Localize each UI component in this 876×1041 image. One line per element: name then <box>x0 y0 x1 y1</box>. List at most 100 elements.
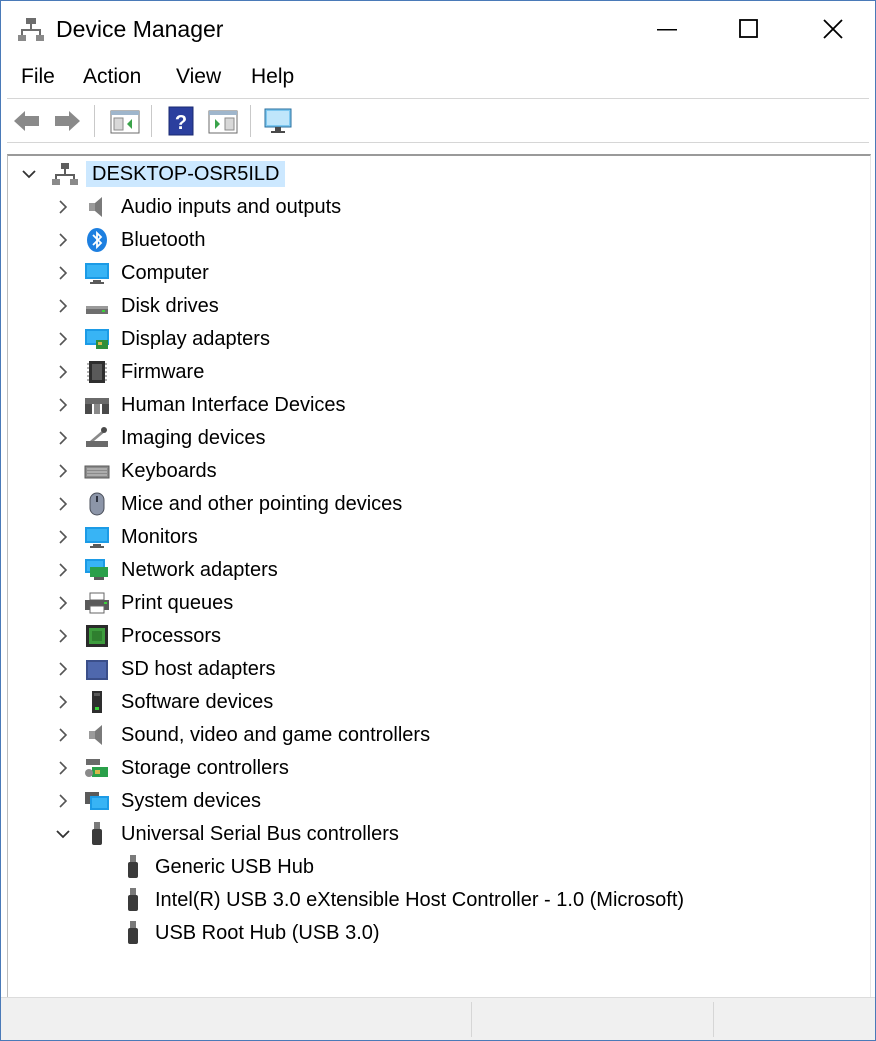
minimize-button[interactable] <box>625 1 709 57</box>
tree-item-network-adapters[interactable]: Network adapters <box>8 554 868 586</box>
menu-action[interactable]: Action <box>83 64 141 90</box>
chevron-right-icon[interactable] <box>54 758 72 778</box>
tree-item-label[interactable]: SD host adapters <box>121 657 276 681</box>
tree-item-display-adapters[interactable]: Display adapters <box>8 323 868 355</box>
chevron-right-icon[interactable] <box>54 362 72 382</box>
tree-item-label[interactable]: Keyboards <box>121 459 217 483</box>
tree-item-processors[interactable]: Processors <box>8 620 868 652</box>
tree-item-computer[interactable]: Computer <box>8 257 868 289</box>
tree-item-print-queues[interactable]: Print queues <box>8 587 868 619</box>
network-adapter-icon <box>85 559 108 580</box>
tree-item-mice-and-other-pointing-devices[interactable]: Mice and other pointing devices <box>8 488 868 520</box>
chevron-down-icon[interactable] <box>20 164 38 184</box>
chevron-right-icon[interactable] <box>54 296 72 316</box>
menu-view[interactable]: View <box>176 64 221 90</box>
chevron-right-icon[interactable] <box>54 428 72 448</box>
chevron-right-icon[interactable] <box>54 560 72 580</box>
tree-item-human-interface-devices[interactable]: Human Interface Devices <box>8 389 868 421</box>
usb-plug-icon <box>92 822 102 845</box>
maximize-icon <box>739 19 758 38</box>
storage-controller-icon <box>85 759 108 777</box>
computer-network-icon <box>52 163 78 185</box>
tree-item-storage-controllers[interactable]: Storage controllers <box>8 752 868 784</box>
chevron-right-icon[interactable] <box>54 494 72 514</box>
device-tree[interactable]: DESKTOP-OSR5ILD Audio inputs and outputs… <box>7 154 871 998</box>
title-bar[interactable]: Device Manager <box>1 1 875 57</box>
tree-item-label[interactable]: Sound, video and game controllers <box>121 723 430 747</box>
tree-item-label[interactable]: Monitors <box>121 525 198 549</box>
tree-item-disk-drives[interactable]: Disk drives <box>8 290 868 322</box>
help-button[interactable]: ? <box>165 105 197 137</box>
tree-item-label[interactable]: Human Interface Devices <box>121 393 346 417</box>
tree-item-label[interactable]: Computer <box>121 261 209 285</box>
tree-item-label[interactable]: Software devices <box>121 690 273 714</box>
chevron-right-icon[interactable] <box>54 329 72 349</box>
chevron-right-icon[interactable] <box>54 791 72 811</box>
chevron-down-icon[interactable] <box>54 824 72 844</box>
tree-item-label[interactable]: USB Root Hub (USB 3.0) <box>155 921 380 945</box>
tree-item-label[interactable]: Audio inputs and outputs <box>121 195 341 219</box>
tree-item-universal-serial-bus-controllers[interactable]: Universal Serial Bus controllers <box>8 818 868 850</box>
scan-hardware-changes-button[interactable] <box>263 105 295 137</box>
show-hide-action-pane-button[interactable] <box>207 105 239 137</box>
tree-item-system-devices[interactable]: System devices <box>8 785 868 817</box>
back-button[interactable] <box>11 105 43 137</box>
tree-item-label[interactable]: Print queues <box>121 591 233 615</box>
chevron-right-icon[interactable] <box>54 263 72 283</box>
tree-item-label[interactable]: Mice and other pointing devices <box>121 492 402 516</box>
status-bar-cell <box>471 1002 712 1037</box>
tree-item-label[interactable]: Firmware <box>121 360 204 384</box>
show-hide-console-tree-button[interactable] <box>109 105 141 137</box>
chevron-right-icon[interactable] <box>54 197 72 217</box>
tree-item-sd-host-adapters[interactable]: SD host adapters <box>8 653 868 685</box>
tree-item-keyboards[interactable]: Keyboards <box>8 455 868 487</box>
chevron-right-icon[interactable] <box>54 725 72 745</box>
tree-item-audio-inputs-and-outputs[interactable]: Audio inputs and outputs <box>8 191 868 223</box>
chevron-right-icon[interactable] <box>54 659 72 679</box>
close-icon <box>823 19 843 39</box>
tree-item-firmware[interactable]: Firmware <box>8 356 868 388</box>
chevron-right-icon[interactable] <box>54 626 72 646</box>
menu-file[interactable]: File <box>21 64 55 90</box>
show-hide-action-pane-icon <box>208 110 238 134</box>
keyboard-icon <box>84 465 110 479</box>
forward-button[interactable] <box>51 105 83 137</box>
tree-item-label[interactable]: Generic USB Hub <box>155 855 314 879</box>
processor-icon <box>86 625 108 647</box>
hid-icon <box>85 398 109 414</box>
tree-item-generic-usb-hub[interactable]: Generic USB Hub <box>8 851 868 883</box>
tree-item-intel-usb-3-host-controller[interactable]: Intel(R) USB 3.0 eXtensible Host Control… <box>8 884 868 916</box>
tree-item-label[interactable]: Intel(R) USB 3.0 eXtensible Host Control… <box>155 888 684 912</box>
chevron-right-icon[interactable] <box>54 593 72 613</box>
device-manager-window: Device Manager File Action View Help ? D… <box>0 0 876 1041</box>
tree-root-node[interactable]: DESKTOP-OSR5ILD <box>8 158 868 190</box>
tree-item-label[interactable]: Processors <box>121 624 221 648</box>
tree-item-label[interactable]: System devices <box>121 789 261 813</box>
chevron-right-icon[interactable] <box>54 230 72 250</box>
mouse-icon <box>89 492 105 516</box>
close-button[interactable] <box>791 1 875 57</box>
tree-item-imaging-devices[interactable]: Imaging devices <box>8 422 868 454</box>
tree-item-label[interactable]: Display adapters <box>121 327 270 351</box>
tree-item-monitors[interactable]: Monitors <box>8 521 868 553</box>
scan-hardware-changes-icon <box>264 108 292 133</box>
menu-help[interactable]: Help <box>251 64 294 90</box>
maximize-button[interactable] <box>707 1 791 57</box>
chevron-right-icon[interactable] <box>54 527 72 547</box>
tree-item-sound-video-and-game-controllers[interactable]: Sound, video and game controllers <box>8 719 868 751</box>
tree-item-usb-root-hub[interactable]: USB Root Hub (USB 3.0) <box>8 917 868 949</box>
tree-item-label[interactable]: Storage controllers <box>121 756 289 780</box>
tree-item-label[interactable]: Imaging devices <box>121 426 266 450</box>
toolbar: ? <box>1 99 875 143</box>
svg-text:?: ? <box>175 112 187 134</box>
tree-item-label[interactable]: Disk drives <box>121 294 219 318</box>
chevron-right-icon[interactable] <box>54 692 72 712</box>
tree-item-software-devices[interactable]: Software devices <box>8 686 868 718</box>
chevron-right-icon[interactable] <box>54 395 72 415</box>
tree-item-bluetooth[interactable]: Bluetooth <box>8 224 868 256</box>
chevron-right-icon[interactable] <box>54 461 72 481</box>
tree-item-label[interactable]: Universal Serial Bus controllers <box>121 822 399 846</box>
tree-item-label[interactable]: Network adapters <box>121 558 278 582</box>
root-computer-name[interactable]: DESKTOP-OSR5ILD <box>86 161 286 187</box>
tree-item-label[interactable]: Bluetooth <box>121 228 206 252</box>
